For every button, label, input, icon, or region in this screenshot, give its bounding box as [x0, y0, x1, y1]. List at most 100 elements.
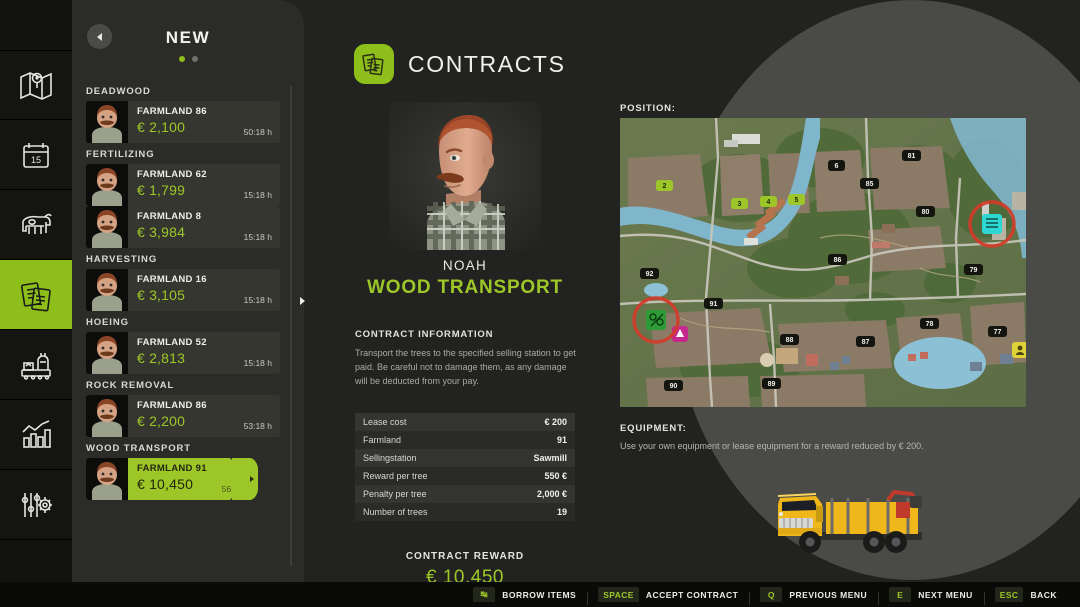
contract-detail: CONTRACTS NOAH WOOD TRANSPORT CONTRACT I…: [330, 0, 600, 588]
contract-row[interactable]: FARMLAND 86 € 2,100 50:18 h: [86, 101, 280, 143]
contract-row-selected[interactable]: FARMLAND 91€ 10,45056:18 h: [86, 458, 258, 500]
npc-avatar: [86, 458, 128, 500]
action-hint[interactable]: Q PREVIOUS MENU: [749, 587, 878, 605]
action-label: BORROW ITEMS: [502, 589, 577, 600]
contract-time: 15:18 h: [243, 295, 272, 305]
npc-portrait: [389, 102, 541, 250]
sidebar-item-production[interactable]: [0, 330, 72, 400]
svg-text:15: 15: [31, 155, 41, 165]
svg-text:91: 91: [710, 301, 718, 308]
action-hint[interactable]: ESC BACK: [983, 587, 1068, 605]
map-icon: [16, 65, 56, 105]
action-label: BACK: [1030, 589, 1057, 600]
contract-row[interactable]: FARMLAND 52 € 2,813 15:18 h: [86, 332, 280, 374]
contract-row-body: FARMLAND 16 € 3,105 15:18 h: [128, 269, 280, 311]
key-badge: Q: [760, 587, 783, 602]
contract-info-key: Number of trees: [363, 506, 428, 517]
contract-category-header: DEADWOOD: [86, 86, 151, 97]
svg-text:85: 85: [866, 181, 874, 188]
contract-list[interactable]: DEADWOOD FARMLAND 86 € 2,100 50:18 h FERTILI…: [72, 80, 304, 580]
action-hint[interactable]: E NEXT MENU: [878, 587, 984, 605]
contract-time: 15:18 h: [243, 232, 272, 242]
cow-icon: [16, 205, 56, 245]
contract-info-row: Farmland 91: [355, 430, 575, 449]
contract-farmland: FARMLAND 86: [137, 400, 207, 411]
map-preview[interactable]: 2 3 4 5 6 81 85 80 92 91 86 79 88 87 78 …: [620, 118, 1026, 407]
equipment-text: Use your own equipment or lease equipmen…: [620, 441, 924, 451]
contract-time: 50:18 h: [243, 127, 272, 137]
page-dot-1[interactable]: [178, 56, 185, 62]
svg-text:6: 6: [835, 163, 839, 170]
contract-category-header: ROCK REMOVAL: [86, 380, 175, 391]
contract-info-row: Reward per tree 550 €: [355, 466, 575, 485]
contract-time: 15:18 h: [243, 358, 272, 368]
contracts-icon: [354, 44, 394, 84]
page-title: CONTRACTS: [408, 50, 566, 77]
contract-row[interactable]: FARMLAND 8 € 3,984 15:18 h: [86, 206, 280, 248]
contract-info-key: Lease cost: [363, 416, 407, 427]
svg-text:78: 78: [926, 321, 934, 328]
contract-info-value: Sawmill: [533, 452, 567, 463]
contract-farmland: FARMLAND 62: [137, 169, 207, 180]
contract-row-body: FARMLAND 62 € 1,799 15:18 h: [128, 164, 280, 206]
contract-info-key: Sellingstation: [363, 452, 417, 463]
contracts-screen: 15 NEW DEADWOOD FARMLAND 86 € 2,100 50:1…: [0, 0, 1080, 607]
contract-row-body: FARMLAND 86 € 2,100 50:18 h: [128, 101, 280, 143]
contract-category-header: HARVESTING: [86, 254, 158, 265]
selected-tag-shape: [232, 458, 258, 500]
contract-info-key: Farmland: [363, 434, 402, 445]
right-column: POSITION: 2 3 4 5 6 81 85 80 92 91 86 79…: [600, 0, 1080, 580]
page-dot-2[interactable]: [191, 56, 198, 62]
key-badge: SPACE: [598, 587, 639, 602]
contract-info-row: Lease cost € 200: [355, 412, 575, 431]
contract-row[interactable]: FARMLAND 86 € 2,200 53:18 h: [86, 395, 280, 437]
factory-icon: [16, 345, 56, 385]
prev-page-button[interactable]: [87, 24, 112, 49]
equipment-label: EQUIPMENT:: [620, 423, 687, 434]
chevron-left-icon: [97, 32, 102, 41]
action-hint[interactable]: ↹ BORROW ITEMS: [462, 587, 587, 602]
sidebar-item-animals[interactable]: [0, 190, 72, 260]
sidebar-rail: 15: [0, 0, 80, 607]
svg-text:3: 3: [738, 201, 742, 208]
contract-info-value: 91: [556, 434, 567, 445]
contract-information-text: Transport the trees to the specified sel…: [355, 348, 576, 386]
svg-text:92: 92: [646, 271, 654, 278]
action-hint[interactable]: SPACE ACCEPT CONTRACT: [587, 587, 749, 605]
npc-avatar: [86, 101, 128, 143]
npc-avatar: [86, 395, 128, 437]
vehicle-preview: [770, 480, 950, 566]
action-label: PREVIOUS MENU: [789, 589, 868, 600]
sidebar-item-settings[interactable]: [0, 470, 72, 540]
contract-farmland: FARMLAND 86: [137, 106, 207, 117]
svg-text:80: 80: [922, 209, 930, 216]
svg-text:88: 88: [786, 337, 794, 344]
npc-avatar: [86, 332, 128, 374]
npc-avatar: [86, 206, 128, 248]
contract-row[interactable]: FARMLAND 62 € 1,799 15:18 h: [86, 164, 280, 206]
calendar-icon: 15: [16, 135, 56, 175]
action-hint-bar: ↹ BORROW ITEMS SPACE ACCEPT CONTRACT Q PREVIO…: [0, 582, 1080, 607]
npc-name: NOAH: [442, 258, 488, 273]
contract-info-row: Number of trees 19: [355, 502, 575, 521]
sidebar-item-contracts[interactable]: [0, 260, 80, 330]
svg-text:77: 77: [994, 329, 1002, 336]
contract-row-body: FARMLAND 8 € 3,984 15:18 h: [128, 206, 280, 248]
contract-list-panel: NEW DEADWOOD FARMLAND 86 € 2,100 50:18 h FER…: [72, 0, 1080, 607]
action-label: ACCEPT CONTRACT: [645, 589, 739, 600]
sidebar-item-map[interactable]: [0, 50, 72, 120]
contract-category-header: WOOD TRANSPORT: [86, 443, 191, 454]
contract-time: 53:18 h: [243, 421, 272, 431]
npc-avatar: [86, 164, 128, 206]
contract-reward-heading: CONTRACT REWARD: [405, 550, 525, 562]
contracts-icon: [16, 275, 56, 315]
contract-row-body: FARMLAND 86 € 2,200 53:18 h: [128, 395, 280, 437]
list-scrollbar[interactable]: [290, 86, 292, 566]
panel-expand-arrow-icon[interactable]: [300, 297, 305, 305]
contract-info-table: Lease cost € 200 Farmland 91 Sellingstation S…: [355, 412, 575, 521]
sidebar-item-statistics[interactable]: [0, 400, 72, 470]
sliders-gear-icon: [16, 485, 56, 525]
sidebar-item-calendar[interactable]: 15: [0, 120, 72, 190]
contract-farmland: FARMLAND 52: [137, 337, 207, 348]
contract-row[interactable]: FARMLAND 16 € 3,105 15:18 h: [86, 269, 280, 311]
